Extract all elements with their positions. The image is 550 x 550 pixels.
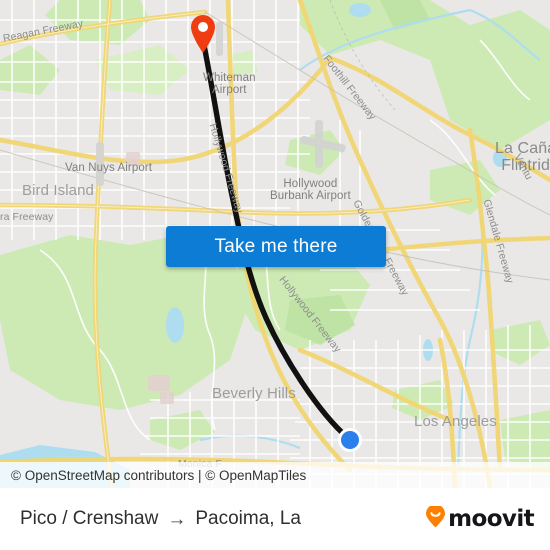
arrow-right-icon: → xyxy=(167,508,187,530)
moovit-pin-icon xyxy=(425,503,446,533)
moovit-wordmark: moovit xyxy=(448,506,534,532)
take-me-there-label: Take me there xyxy=(214,235,338,257)
footer-bar: Pico / Crenshaw → Pacoima, La moovit xyxy=(0,488,550,550)
route-summary: Pico / Crenshaw → Pacoima, La xyxy=(20,488,301,550)
map-attribution-bar: © OpenStreetMap contributors | © OpenMap… xyxy=(0,462,550,488)
moovit-logo[interactable]: moovit xyxy=(425,488,535,550)
route-destination-label: Pacoima, La xyxy=(195,508,301,529)
take-me-there-button[interactable]: Take me there xyxy=(166,226,386,267)
moovit-route-card: Reagan Freeway Whiteman Airport Van Nuys Ai… xyxy=(0,0,550,550)
attribution-text[interactable]: © OpenStreetMap contributors | © OpenMap… xyxy=(11,468,306,483)
destination-pin[interactable] xyxy=(188,12,218,54)
route-origin-label: Pico / Crenshaw xyxy=(20,508,159,529)
origin-dot[interactable] xyxy=(337,427,363,453)
map-canvas[interactable]: Reagan Freeway Whiteman Airport Van Nuys Ai… xyxy=(0,0,550,488)
